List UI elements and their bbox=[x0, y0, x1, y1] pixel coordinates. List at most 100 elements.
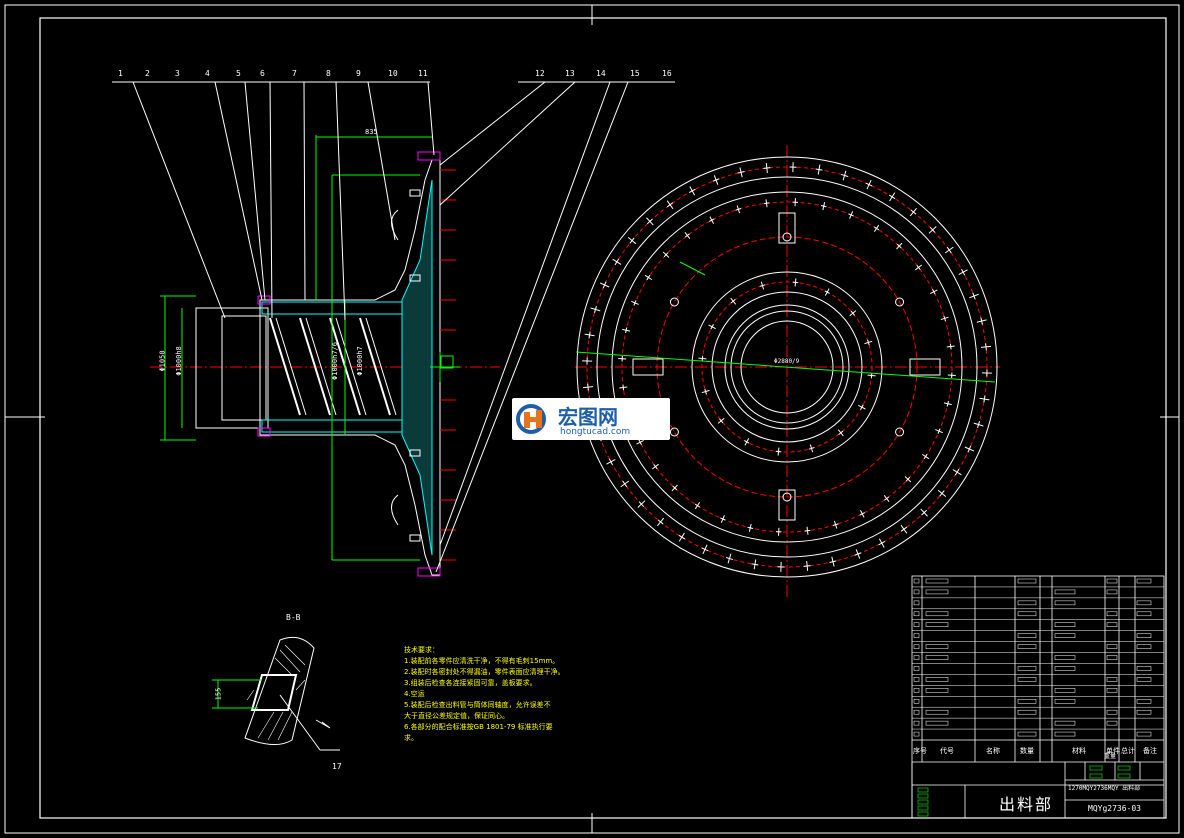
bolt-mark bbox=[916, 264, 921, 270]
table-cell-mark bbox=[925, 589, 949, 595]
bolt-mark bbox=[763, 167, 771, 169]
bolt-mark bbox=[587, 383, 589, 391]
balloon-4: 4 bbox=[205, 69, 210, 78]
table-footer-cell: 代号 bbox=[940, 747, 954, 755]
table-cell-mark bbox=[1106, 611, 1118, 617]
table-cell-mark bbox=[913, 578, 920, 584]
bolt-mark bbox=[588, 331, 591, 339]
bolt-mark bbox=[923, 453, 928, 460]
table-cell-mark bbox=[1054, 589, 1076, 595]
table-cell-mark bbox=[1054, 699, 1076, 704]
bolt-mark bbox=[763, 202, 770, 205]
table-cell-mark bbox=[1106, 578, 1118, 584]
section-outline bbox=[244, 636, 315, 745]
table-cell-mark bbox=[925, 677, 949, 682]
table-row-lines bbox=[912, 586, 1164, 730]
dim-d5: Φ1000h7 bbox=[355, 346, 364, 376]
table-cell-mark bbox=[1106, 709, 1118, 715]
section-hatch bbox=[246, 644, 306, 741]
technical-notes: 技术要求： 1.装配前各零件应清洗干净，不得有毛刺15mm。 2.装配时各密封处不… bbox=[404, 645, 565, 744]
lug-bottom bbox=[391, 494, 399, 526]
table-cell-mark bbox=[925, 644, 949, 649]
bolt-mark bbox=[820, 205, 827, 208]
table-cell-mark bbox=[1017, 611, 1037, 617]
balloon-5: 5 bbox=[236, 69, 241, 78]
approval-mark bbox=[1089, 773, 1103, 779]
lug-hole bbox=[669, 297, 679, 307]
note-line: 2.装配时各密封处不得漏油，零件表面应清理干净。 bbox=[404, 668, 565, 676]
watermark-logo-icon bbox=[516, 404, 546, 434]
bolt-mark bbox=[954, 468, 960, 476]
table-cell-mark bbox=[913, 655, 920, 660]
section-label: B-B bbox=[286, 613, 301, 622]
table-footer-cell: 备注 bbox=[1143, 747, 1157, 755]
table-cell-mark bbox=[925, 622, 949, 627]
bolt-mark bbox=[608, 458, 613, 466]
table-cell-mark bbox=[1106, 688, 1118, 693]
table-cell-mark bbox=[1136, 644, 1152, 649]
approval-mark bbox=[1117, 773, 1131, 779]
face-ticks bbox=[440, 169, 456, 561]
bolt-mark bbox=[684, 233, 690, 238]
weight-label: 重量 bbox=[1104, 753, 1117, 760]
table-cell-mark bbox=[1017, 666, 1037, 671]
table-cell-mark bbox=[913, 622, 920, 627]
table-cell-mark bbox=[1017, 633, 1037, 638]
table-cell-mark bbox=[1054, 622, 1076, 627]
dim-d3: Φ1000h7/6 bbox=[330, 342, 339, 380]
bolt-mark bbox=[946, 246, 952, 254]
bolt-mark bbox=[804, 529, 811, 532]
table-cell-mark bbox=[913, 688, 920, 693]
table-cell-mark bbox=[925, 578, 949, 584]
table-cell-mark bbox=[1017, 677, 1037, 682]
bolt-mark bbox=[888, 194, 896, 200]
bolt-mark bbox=[873, 226, 880, 231]
bolt-mark bbox=[666, 202, 674, 208]
bolt-mark bbox=[775, 450, 782, 453]
table-cell-mark bbox=[913, 600, 920, 606]
balloon-3: 3 bbox=[175, 69, 180, 78]
table-cell-mark bbox=[1054, 731, 1076, 737]
section-dim-text: 155 bbox=[214, 687, 223, 701]
section-balloon: 17 bbox=[332, 762, 342, 771]
section-bb bbox=[212, 636, 340, 751]
bolt-mark bbox=[688, 188, 696, 193]
bolt-mark bbox=[985, 343, 987, 351]
table-cell-mark bbox=[925, 655, 949, 660]
drawing-number: MQYg2736-03 bbox=[1088, 804, 1141, 813]
dim-d2: Φ1000h8 bbox=[174, 346, 183, 376]
table-cell-mark bbox=[1017, 600, 1037, 606]
balloon-16: 16 bbox=[662, 69, 672, 78]
bolt-mark bbox=[653, 464, 658, 470]
section-leader bbox=[279, 694, 321, 751]
balloon-14: 14 bbox=[596, 69, 606, 78]
bolt-mark bbox=[678, 534, 686, 540]
table-footer-cell: 数量 bbox=[1020, 747, 1034, 755]
flange-hatch bbox=[401, 179, 433, 556]
table-cell-mark bbox=[1017, 709, 1037, 715]
bolt-mark bbox=[983, 395, 986, 403]
revision-mark bbox=[917, 787, 929, 793]
table-cell-mark bbox=[1017, 578, 1037, 584]
note-line: 求。 bbox=[404, 734, 418, 742]
table-cell-marks bbox=[913, 578, 1152, 817]
watermark-name: 宏图网 bbox=[558, 405, 618, 429]
balloon-7: 7 bbox=[292, 69, 297, 78]
balloon-15: 15 bbox=[630, 69, 640, 78]
approval-mark bbox=[1089, 765, 1103, 771]
table-cell-mark bbox=[1136, 611, 1152, 617]
bolt-mark bbox=[900, 526, 908, 532]
table-cell-mark bbox=[1054, 600, 1076, 606]
revision-mark bbox=[917, 793, 929, 799]
hole-leader bbox=[679, 261, 706, 276]
bolt-mark bbox=[884, 496, 890, 501]
table-cell-mark bbox=[913, 666, 920, 671]
table-cell-mark bbox=[1136, 677, 1152, 682]
table-footer-cell: 序号 bbox=[913, 747, 927, 755]
table-cell-mark bbox=[1106, 622, 1118, 627]
table-cell-mark bbox=[1136, 578, 1152, 584]
table-cell-mark bbox=[1017, 731, 1037, 737]
watermark: 宏图网 hongtucad.com bbox=[512, 398, 670, 440]
note-line: 3.组装后检查各连接紧固可靠，盖板要求。 bbox=[404, 679, 537, 687]
table-footer-cell: 总计 bbox=[1121, 747, 1135, 755]
